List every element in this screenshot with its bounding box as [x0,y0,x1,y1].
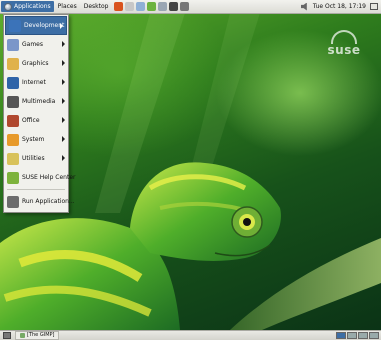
applications-label: Applications [14,3,51,10]
volume-icon[interactable] [300,2,307,11]
menu-item-label: Development [24,22,65,29]
applications-menu-button[interactable]: Applications [1,1,54,12]
menu-item-label: Multimedia [22,98,56,105]
workspace-switcher [336,332,379,339]
places-label: Places [57,3,77,10]
menu-item-games[interactable]: Games [4,35,68,54]
panel-launchers [114,2,190,11]
workspace-4[interactable] [369,332,379,339]
workspace-3[interactable] [358,332,368,339]
help-icon[interactable] [147,2,157,11]
submenu-arrow-icon [62,155,65,161]
run-application-icon [7,195,19,208]
show-desktop-button[interactable] [3,332,11,339]
internet-icon [7,76,19,89]
menu-separator [7,189,65,190]
submenu-arrow-icon [62,98,65,104]
games-icon [7,38,19,51]
utilities-icon [7,152,19,165]
suse-wordmark: suse [327,43,361,57]
gimp-icon [20,333,25,338]
menu-item-label: SUSE Help Center [22,174,76,181]
desktop-label: Desktop [83,3,109,10]
applications-menu: Development Games Graphics Internet Multimed… [3,14,76,213]
submenu-arrow-icon [60,23,63,29]
workspace-1[interactable] [336,332,346,339]
firefox-icon[interactable] [114,2,124,11]
mail-icon[interactable] [125,2,135,11]
development-icon [9,19,21,32]
menu-item-label: System [22,136,45,143]
screenshot-icon[interactable] [180,2,190,11]
suse-chameleon-icon [331,30,357,44]
window-list-icon[interactable] [370,3,378,10]
menu-item-development[interactable]: Development [5,16,67,35]
top-panel: Applications Places Desktop Tue Oct 18, … [0,0,381,14]
submenu-arrow-icon [62,79,65,85]
submenu-arrow-icon [62,117,65,123]
menu-item-label: Games [22,41,43,48]
places-menu-button[interactable]: Places [55,1,80,12]
office-icon [7,114,19,127]
menu-item-label: Internet [22,79,46,86]
panel-tray: Tue Oct 18, 17:19 [300,2,381,11]
menu-item-label: Run Application... [22,198,75,205]
menu-item-utilities[interactable]: Utilities [4,149,68,168]
submenu-arrow-icon [62,60,65,66]
terminal-icon[interactable] [169,2,179,11]
menu-item-label: Graphics [22,60,49,67]
graphics-icon [7,57,19,70]
search-icon[interactable] [158,2,168,11]
gnome-foot-icon [4,2,12,11]
menu-item-graphics[interactable]: Graphics [4,54,68,73]
multimedia-icon [7,95,19,108]
clock[interactable]: Tue Oct 18, 17:19 [313,3,366,10]
system-icon [7,133,19,146]
workspace-2[interactable] [347,332,357,339]
menu-item-label: Office [22,117,40,124]
desktop-menu-button[interactable]: Desktop [81,1,112,12]
menu-item-suse-help-center[interactable]: SUSE Help Center [4,168,76,187]
office-icon[interactable] [136,2,146,11]
suse-logo: suse [320,30,368,66]
menu-item-multimedia[interactable]: Multimedia [4,92,68,111]
submenu-arrow-icon [62,136,65,142]
submenu-arrow-icon [62,41,65,47]
menu-item-run-application[interactable]: Run Application... [4,192,75,211]
menu-item-internet[interactable]: Internet [4,73,68,92]
menu-item-label: Utilities [22,155,45,162]
menu-item-office[interactable]: Office [4,111,68,130]
menu-item-system[interactable]: System [4,130,68,149]
help-center-icon [7,171,19,184]
taskbar-button-label: [The GIMP] [27,332,55,338]
